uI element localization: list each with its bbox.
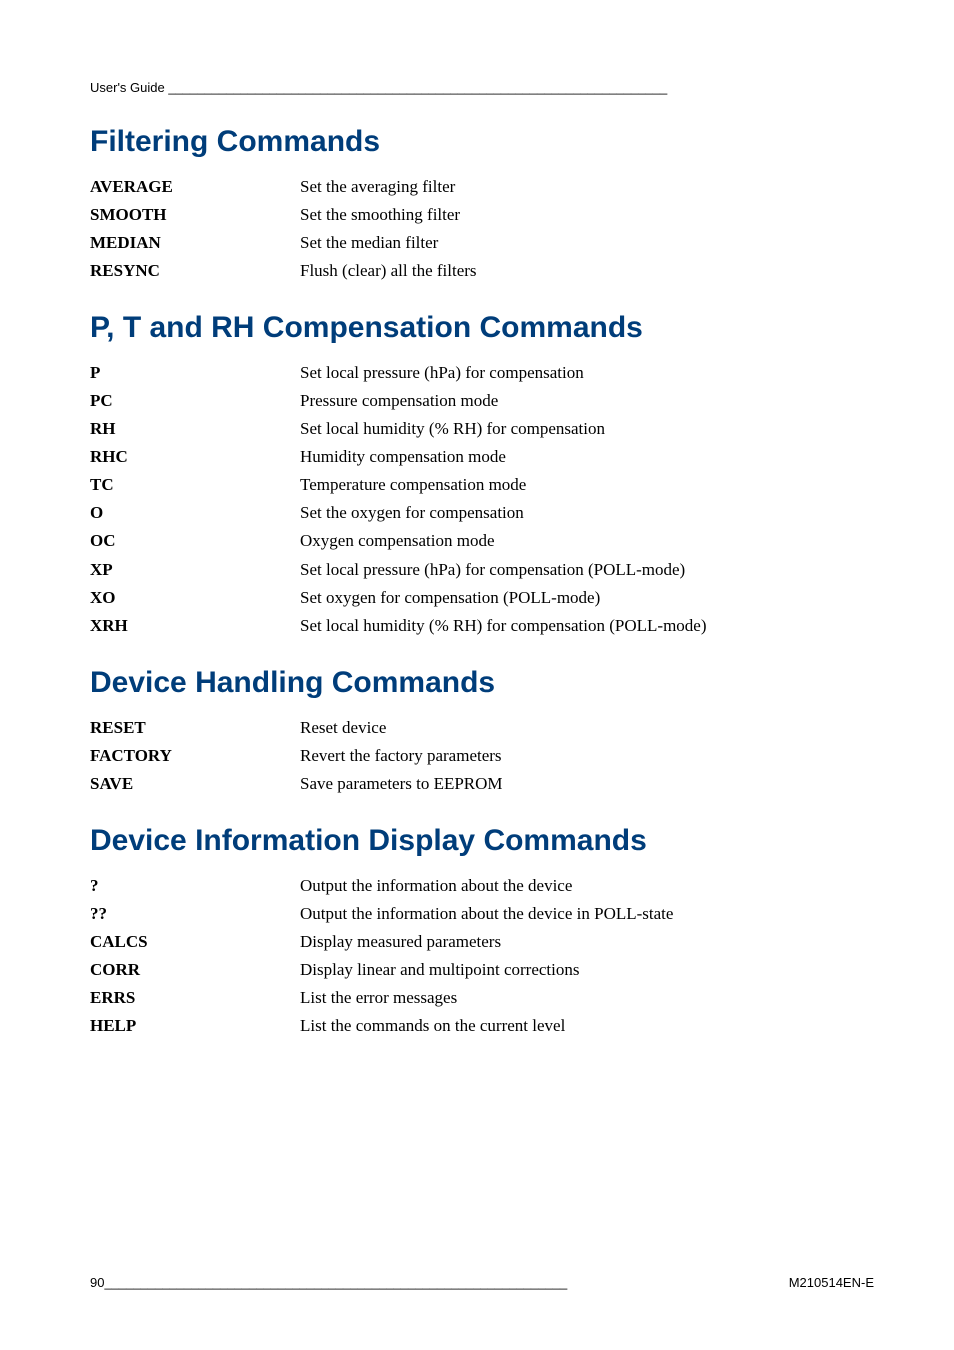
table-row: CALCSDisplay measured parameters (90, 928, 874, 956)
table-row: AVERAGESet the averaging filter (90, 173, 874, 201)
cmd-name: ERRS (90, 984, 300, 1012)
table-row: RESETReset device (90, 714, 874, 742)
cmd-desc: Output the information about the device (300, 872, 874, 900)
cmd-name: ?? (90, 900, 300, 928)
table-row: PSet local pressure (hPa) for compensati… (90, 359, 874, 387)
cmd-desc: Set oxygen for compensation (POLL-mode) (300, 584, 874, 612)
cmd-name: MEDIAN (90, 229, 300, 257)
document-id: M210514EN-E (789, 1275, 874, 1290)
section-heading: Device Information Display Commands (90, 824, 874, 858)
cmd-name: O (90, 499, 300, 527)
cmd-name: AVERAGE (90, 173, 300, 201)
cmd-desc: Revert the factory parameters (300, 742, 874, 770)
page-number: 90 (90, 1275, 104, 1290)
cmd-desc: List the error messages (300, 984, 874, 1012)
table-row: PCPressure compensation mode (90, 387, 874, 415)
cmd-desc: Set local humidity (% RH) for compensati… (300, 415, 874, 443)
command-table-filtering: AVERAGESet the averaging filter SMOOTHSe… (90, 173, 874, 285)
cmd-name: RESET (90, 714, 300, 742)
cmd-name: XRH (90, 612, 300, 640)
cmd-name: FACTORY (90, 742, 300, 770)
table-row: SMOOTHSet the smoothing filter (90, 201, 874, 229)
table-row: RHSet local humidity (% RH) for compensa… (90, 415, 874, 443)
cmd-desc: Set local pressure (hPa) for compensatio… (300, 556, 874, 584)
command-table-device-handling: RESETReset device FACTORYRevert the fact… (90, 714, 874, 798)
cmd-desc: Display measured parameters (300, 928, 874, 956)
section-heading: Filtering Commands (90, 125, 874, 159)
command-table-compensation: PSet local pressure (hPa) for compensati… (90, 359, 874, 639)
cmd-name: XO (90, 584, 300, 612)
cmd-desc: Humidity compensation mode (300, 443, 874, 471)
cmd-desc: Pressure compensation mode (300, 387, 874, 415)
table-row: XRHSet local humidity (% RH) for compens… (90, 612, 874, 640)
cmd-desc: Set the smoothing filter (300, 201, 874, 229)
cmd-name: SAVE (90, 770, 300, 798)
table-row: OSet the oxygen for compensation (90, 499, 874, 527)
cmd-name: XP (90, 556, 300, 584)
table-row: RESYNCFlush (clear) all the filters (90, 257, 874, 285)
table-row: OCOxygen compensation mode (90, 527, 874, 555)
cmd-name: TC (90, 471, 300, 499)
cmd-desc: Flush (clear) all the filters (300, 257, 874, 285)
table-row: CORRDisplay linear and multipoint correc… (90, 956, 874, 984)
cmd-desc: Reset device (300, 714, 874, 742)
table-row: MEDIANSet the median filter (90, 229, 874, 257)
cmd-desc: Set the averaging filter (300, 173, 874, 201)
command-table-device-info: ?Output the information about the device… (90, 872, 874, 1040)
table-row: ??Output the information about the devic… (90, 900, 874, 928)
section-heading: Device Handling Commands (90, 666, 874, 700)
cmd-name: RESYNC (90, 257, 300, 285)
cmd-desc: Set the median filter (300, 229, 874, 257)
cmd-desc: Temperature compensation mode (300, 471, 874, 499)
cmd-desc: Set the oxygen for compensation (300, 499, 874, 527)
cmd-desc: Display linear and multipoint correction… (300, 956, 874, 984)
table-row: RHCHumidity compensation mode (90, 443, 874, 471)
table-row: ERRSList the error messages (90, 984, 874, 1012)
cmd-desc: Set local humidity (% RH) for compensati… (300, 612, 874, 640)
cmd-desc: Set local pressure (hPa) for compensatio… (300, 359, 874, 387)
table-row: XOSet oxygen for compensation (POLL-mode… (90, 584, 874, 612)
page-footer: 90 _____________________________________… (90, 1275, 874, 1290)
section-heading: P, T and RH Compensation Commands (90, 311, 874, 345)
cmd-name: HELP (90, 1012, 300, 1040)
cmd-desc: List the commands on the current level (300, 1012, 874, 1040)
cmd-name: CORR (90, 956, 300, 984)
table-row: FACTORYRevert the factory parameters (90, 742, 874, 770)
table-row: SAVESave parameters to EEPROM (90, 770, 874, 798)
cmd-desc: Output the information about the device … (300, 900, 874, 928)
cmd-name: RH (90, 415, 300, 443)
footer-fill: ________________________________________… (104, 1275, 788, 1290)
cmd-name: CALCS (90, 928, 300, 956)
cmd-desc: Save parameters to EEPROM (300, 770, 874, 798)
table-row: TCTemperature compensation mode (90, 471, 874, 499)
cmd-name: P (90, 359, 300, 387)
cmd-name: OC (90, 527, 300, 555)
cmd-desc: Oxygen compensation mode (300, 527, 874, 555)
cmd-name: SMOOTH (90, 201, 300, 229)
table-row: XPSet local pressure (hPa) for compensat… (90, 556, 874, 584)
running-head: User's Guide ___________________________… (90, 80, 874, 95)
table-row: HELPList the commands on the current lev… (90, 1012, 874, 1040)
cmd-name: ? (90, 872, 300, 900)
cmd-name: RHC (90, 443, 300, 471)
cmd-name: PC (90, 387, 300, 415)
table-row: ?Output the information about the device (90, 872, 874, 900)
